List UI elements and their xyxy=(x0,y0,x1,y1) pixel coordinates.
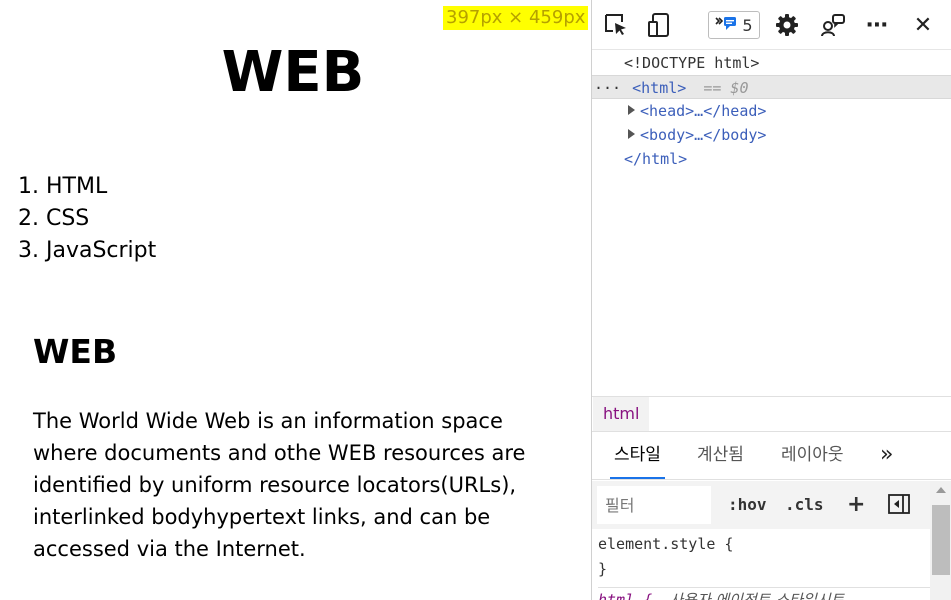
row-dots: ··· xyxy=(594,79,622,97)
devtools-panel: 5 ⋯ ✕ <!DOCTYPE html> ··· <html> == $0 <… xyxy=(591,0,951,600)
settings-gear-icon[interactable] xyxy=(772,10,802,40)
breadcrumb: html xyxy=(592,396,951,432)
styles-tabs: 스타일 계산됨 레이아웃 » xyxy=(592,432,951,480)
inspect-element-icon[interactable] xyxy=(601,10,631,40)
element-style-rule-open[interactable]: element.style { xyxy=(598,532,733,556)
hover-state-toggle[interactable]: :hov xyxy=(728,491,767,519)
customize-icon[interactable] xyxy=(818,10,848,40)
tab-computed[interactable]: 계산됨 xyxy=(693,432,748,479)
more-icon[interactable]: ⋯ xyxy=(862,10,892,40)
styles-filter-row: :hov .cls + xyxy=(592,481,930,529)
list-item: 1. HTML xyxy=(18,174,108,199)
selected-marker: == $0 xyxy=(703,79,749,97)
list-item: 2. CSS xyxy=(18,206,90,231)
expand-triangle-icon[interactable] xyxy=(628,105,635,115)
next-style-rule: html { 사용자 에이전트 스타일시트 xyxy=(598,587,930,600)
viewport-size-badge: 397px × 459px xyxy=(443,6,589,30)
section-heading: WEB xyxy=(33,332,118,371)
elements-tree: <!DOCTYPE html> ··· <html> == $0 <head>…… xyxy=(592,50,951,396)
styles-filter-input[interactable] xyxy=(597,486,711,524)
element-style-rule-close: } xyxy=(598,560,608,578)
breadcrumb-item-html[interactable]: html xyxy=(593,397,650,431)
styles-pane: element.style { } html { 사용자 에이전트 스타일시트 xyxy=(592,529,930,600)
html-open-tag: <html> xyxy=(632,79,687,97)
scroll-thumb[interactable] xyxy=(932,505,950,575)
html-node-selected[interactable]: ··· <html> == $0 xyxy=(592,75,951,99)
issues-icon xyxy=(715,15,737,35)
class-toggle[interactable]: .cls xyxy=(785,491,824,519)
toggle-sidebar-icon[interactable] xyxy=(888,494,910,522)
list-item: 3. JavaScript xyxy=(18,238,157,263)
body-tag: <body>…</body> xyxy=(640,126,767,144)
tab-layout[interactable]: 레이아웃 xyxy=(777,432,848,479)
devtools-toolbar: 5 ⋯ ✕ xyxy=(592,0,951,50)
body-node[interactable]: <body>…</body> xyxy=(592,123,951,147)
doctype-text: <!DOCTYPE html> xyxy=(624,54,760,72)
issues-count: 5 xyxy=(742,15,753,35)
head-node[interactable]: <head>…</head> xyxy=(592,99,951,123)
page-title: WEB xyxy=(221,40,365,105)
styles-scrollbar[interactable] xyxy=(930,481,951,600)
new-rule-button[interactable]: + xyxy=(847,491,865,519)
html-close-node[interactable]: </html> xyxy=(592,147,951,171)
issues-button[interactable]: 5 xyxy=(708,11,760,39)
tech-list: 1. HTML 2. CSS 3. JavaScript xyxy=(18,171,156,267)
page-viewport: 397px × 459px WEB 1. HTML 2. CSS 3. Java… xyxy=(0,0,591,600)
head-tag: <head>…</head> xyxy=(640,102,767,120)
expand-triangle-icon[interactable] xyxy=(628,129,635,139)
close-icon[interactable]: ✕ xyxy=(908,10,938,40)
tab-styles[interactable]: 스타일 xyxy=(610,432,665,479)
device-toggle-icon[interactable] xyxy=(644,10,674,40)
rule-source: 사용자 에이전트 스타일시트 xyxy=(669,591,845,600)
tabs-overflow-icon[interactable]: » xyxy=(876,432,897,479)
rule-selector: html { xyxy=(598,591,653,600)
scroll-up-icon[interactable] xyxy=(936,487,946,493)
html-close-tag: </html> xyxy=(624,150,688,168)
section-paragraph: The World Wide Web is an information spa… xyxy=(33,409,526,561)
doctype-node[interactable]: <!DOCTYPE html> xyxy=(592,51,951,75)
